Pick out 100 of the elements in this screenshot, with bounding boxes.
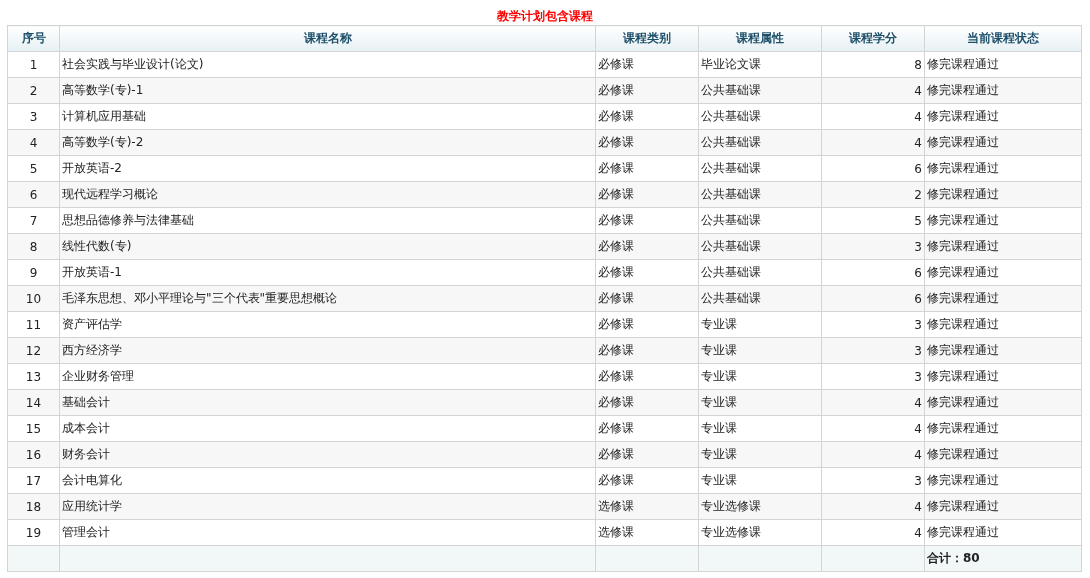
table-cell: 毕业论文课 — [698, 51, 822, 78]
table-cell: 必修课 — [595, 441, 699, 468]
table-cell: 6 — [821, 259, 925, 286]
table-cell: 4 — [821, 103, 925, 130]
table-cell: 资产评估学 — [59, 311, 596, 338]
table-cell: 2 — [821, 181, 925, 208]
table-cell: 修完课程通过 — [924, 389, 1082, 416]
table-cell: 选修课 — [595, 493, 699, 520]
table-cell: 修完课程通过 — [924, 337, 1082, 364]
table-cell: 18 — [7, 493, 60, 520]
table-cell: 修完课程通过 — [924, 77, 1082, 104]
table-cell: 4 — [821, 77, 925, 104]
table-cell: 19 — [7, 519, 60, 546]
table-cell: 毛泽东思想、邓小平理论与"三个代表"重要思想概论 — [59, 285, 596, 312]
table-cell: 会计电算化 — [59, 467, 596, 494]
table-cell: 必修课 — [595, 389, 699, 416]
table-cell: 12 — [7, 337, 60, 364]
table-cell: 线性代数(专) — [59, 233, 596, 260]
table-cell: 专业选修课 — [698, 493, 822, 520]
table-cell: 4 — [821, 389, 925, 416]
table-cell: 7 — [7, 207, 60, 234]
table-cell: 修完课程通过 — [924, 363, 1082, 390]
table-cell: 8 — [7, 233, 60, 260]
table-cell: 必修课 — [595, 155, 699, 182]
table-cell: 6 — [821, 285, 925, 312]
table-cell: 修完课程通过 — [924, 155, 1082, 182]
table-cell: 必修课 — [595, 311, 699, 338]
table-cell: 西方经济学 — [59, 337, 596, 364]
table-cell: 4 — [7, 129, 60, 156]
table-cell: 必修课 — [595, 363, 699, 390]
table-cell: 专业课 — [698, 311, 822, 338]
table-cell: 4 — [821, 493, 925, 520]
table-cell: 必修课 — [595, 285, 699, 312]
table-cell: 1 — [7, 51, 60, 78]
table-cell: 管理会计 — [59, 519, 596, 546]
table-cell: 开放英语-2 — [59, 155, 596, 182]
table-cell: 修完课程通过 — [924, 441, 1082, 468]
table-cell: 3 — [821, 337, 925, 364]
table-cell: 专业课 — [698, 389, 822, 416]
table-cell: 6 — [7, 181, 60, 208]
table-cell: 现代远程学习概论 — [59, 181, 596, 208]
table-cell: 专业课 — [698, 337, 822, 364]
table-cell: 修完课程通过 — [924, 467, 1082, 494]
column-header: 课程属性 — [698, 25, 822, 52]
table-cell: 8 — [821, 51, 925, 78]
table-cell: 必修课 — [595, 181, 699, 208]
table-cell: 修完课程通过 — [924, 259, 1082, 286]
table-cell: 必修课 — [595, 103, 699, 130]
table-cell: 9 — [7, 259, 60, 286]
table-cell: 17 — [7, 467, 60, 494]
table-cell: 修完课程通过 — [924, 311, 1082, 338]
table-cell: 成本会计 — [59, 415, 596, 442]
table-cell: 修完课程通过 — [924, 233, 1082, 260]
table-cell: 4 — [821, 519, 925, 546]
table-cell: 3 — [821, 467, 925, 494]
table-cell: 3 — [821, 311, 925, 338]
table-cell: 专业选修课 — [698, 519, 822, 546]
table-cell: 计算机应用基础 — [59, 103, 596, 130]
table-cell: 6 — [821, 155, 925, 182]
table-cell: 修完课程通过 — [924, 207, 1082, 234]
table-cell: 修完课程通过 — [924, 51, 1082, 78]
table-cell: 开放英语-1 — [59, 259, 596, 286]
table-cell: 公共基础课 — [698, 103, 822, 130]
table-cell: 必修课 — [595, 207, 699, 234]
table-cell: 专业课 — [698, 467, 822, 494]
table-cell: 必修课 — [595, 337, 699, 364]
table-cell: 4 — [821, 415, 925, 442]
table-cell: 公共基础课 — [698, 181, 822, 208]
table-cell: 高等数学(专)-2 — [59, 129, 596, 156]
table-cell: 11 — [7, 311, 60, 338]
table-cell: 公共基础课 — [698, 129, 822, 156]
table-cell: 修完课程通过 — [924, 181, 1082, 208]
column-header: 序号 — [7, 25, 60, 52]
total-cell: 合计：80 — [924, 545, 1082, 572]
table-cell: 必修课 — [595, 259, 699, 286]
table-cell: 14 — [7, 389, 60, 416]
table-cell: 修完课程通过 — [924, 129, 1082, 156]
table-cell: 修完课程通过 — [924, 519, 1082, 546]
table-cell: 2 — [7, 77, 60, 104]
table-cell: 公共基础课 — [698, 285, 822, 312]
table-cell: 16 — [7, 441, 60, 468]
table-cell: 修完课程通过 — [924, 415, 1082, 442]
table-cell: 10 — [7, 285, 60, 312]
table-cell: 修完课程通过 — [924, 103, 1082, 130]
table-cell: 5 — [7, 155, 60, 182]
table-cell: 必修课 — [595, 467, 699, 494]
table-cell: 财务会计 — [59, 441, 596, 468]
table-cell: 必修课 — [595, 77, 699, 104]
table-cell: 公共基础课 — [698, 77, 822, 104]
column-header: 课程类别 — [595, 25, 699, 52]
column-header: 当前课程状态 — [924, 25, 1082, 52]
table-cell: 必修课 — [595, 233, 699, 260]
table-cell: 15 — [7, 415, 60, 442]
table-cell: 公共基础课 — [698, 259, 822, 286]
table-cell: 公共基础课 — [698, 155, 822, 182]
table-cell: 必修课 — [595, 129, 699, 156]
column-header: 课程名称 — [59, 25, 596, 52]
table-cell: 选修课 — [595, 519, 699, 546]
table-cell: 4 — [821, 129, 925, 156]
table-cell: 4 — [821, 441, 925, 468]
